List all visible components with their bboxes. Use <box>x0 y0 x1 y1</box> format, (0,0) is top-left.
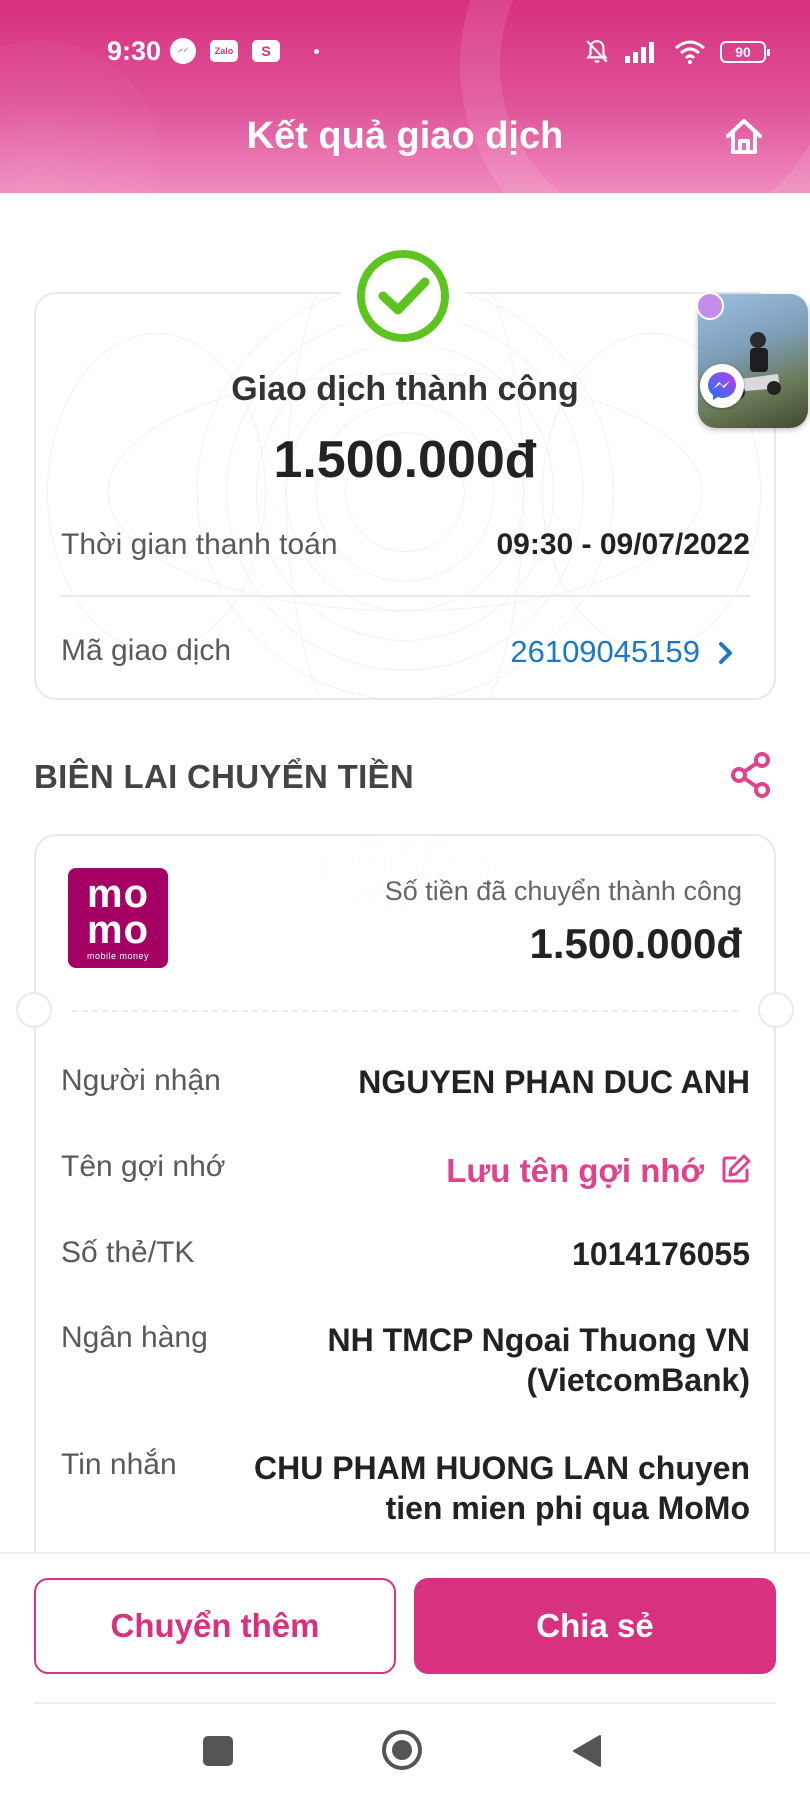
status-system-icons: 90 <box>584 38 770 66</box>
shopee-icon: S <box>252 40 280 62</box>
transaction-id-link[interactable]: 26109045159 <box>510 634 700 670</box>
logo-subtext: mobile money <box>86 950 150 961</box>
wifi-icon <box>675 40 705 64</box>
account-value: 1014176055 <box>572 1236 750 1272</box>
save-nickname-link[interactable]: Lưu tên gợi nhớ <box>446 1152 704 1190</box>
home-nav-icon[interactable] <box>382 1730 422 1770</box>
bank-value-line2: (VietcomBank) <box>526 1362 750 1398</box>
share-icon[interactable] <box>728 751 774 799</box>
transfer-more-button[interactable]: Chuyển thêm <box>34 1578 396 1674</box>
signal-icon <box>625 42 654 63</box>
receipt-notch-left <box>16 992 52 1028</box>
payment-time-value: 09:30 - 09/07/2022 <box>496 528 750 561</box>
notification-dot-icon <box>314 48 319 54</box>
page-title: Kết quả giao dịch <box>246 115 564 157</box>
transaction-status: Giao dịch thành công <box>231 370 579 408</box>
status-time: 9:30 <box>107 36 162 66</box>
receipt-notch-right <box>758 992 794 1028</box>
status-app-icons: Zalo S <box>170 38 319 64</box>
sent-amount-label: Số tiền đã chuyển thành công <box>384 876 742 906</box>
chevron-right-icon[interactable] <box>714 638 738 668</box>
messenger-icon <box>170 38 196 64</box>
nav-divider <box>34 1702 776 1704</box>
logo-text-bottom: mo <box>87 907 149 952</box>
receipt-dashed-divider <box>72 1010 738 1012</box>
chat-head-indicator <box>696 292 724 320</box>
edit-icon[interactable] <box>720 1153 752 1185</box>
share-button[interactable]: Chia sẻ <box>414 1578 776 1674</box>
home-icon[interactable] <box>722 116 766 156</box>
sent-amount-value: 1.500.000đ <box>529 920 742 967</box>
success-check-icon <box>341 234 465 358</box>
transaction-amount: 1.500.000đ <box>273 431 537 489</box>
battery-indicator: 90 <box>720 41 770 63</box>
account-label: Số thẻ/TK <box>61 1236 195 1269</box>
recent-apps-icon[interactable] <box>203 1736 233 1766</box>
momo-logo: mo mo mobile money <box>68 868 168 968</box>
recipient-value: NGUYEN PHAN DUC ANH <box>358 1064 750 1100</box>
zalo-icon: Zalo <box>210 40 238 62</box>
payment-time-label: Thời gian thanh toán <box>61 528 338 561</box>
transaction-id-label: Mã giao dịch <box>61 634 232 667</box>
home-nav-dot <box>392 1740 412 1760</box>
receipt-section-title: BIÊN LAI CHUYỂN TIỀN <box>34 758 415 795</box>
nickname-label: Tên gợi nhớ <box>61 1150 226 1183</box>
bank-value-line1: NH TMCP Ngoai Thuong VN <box>327 1322 750 1358</box>
message-label: Tin nhắn <box>61 1448 177 1481</box>
message-value-line1: CHU PHAM HUONG LAN chuyen <box>253 1450 750 1486</box>
messenger-icon <box>700 364 744 408</box>
divider <box>60 595 750 597</box>
logo-text-top: mo <box>87 871 149 916</box>
recipient-label: Người nhận <box>61 1064 221 1097</box>
bell-muted-icon <box>586 40 608 63</box>
back-icon[interactable] <box>570 1733 604 1769</box>
header-bar: 9:30 Zalo S 90 Kết quả giao dịch <box>0 0 810 193</box>
message-value-line2: tien mien phi qua MoMo <box>385 1490 750 1526</box>
bank-label: Ngân hàng <box>61 1321 208 1354</box>
